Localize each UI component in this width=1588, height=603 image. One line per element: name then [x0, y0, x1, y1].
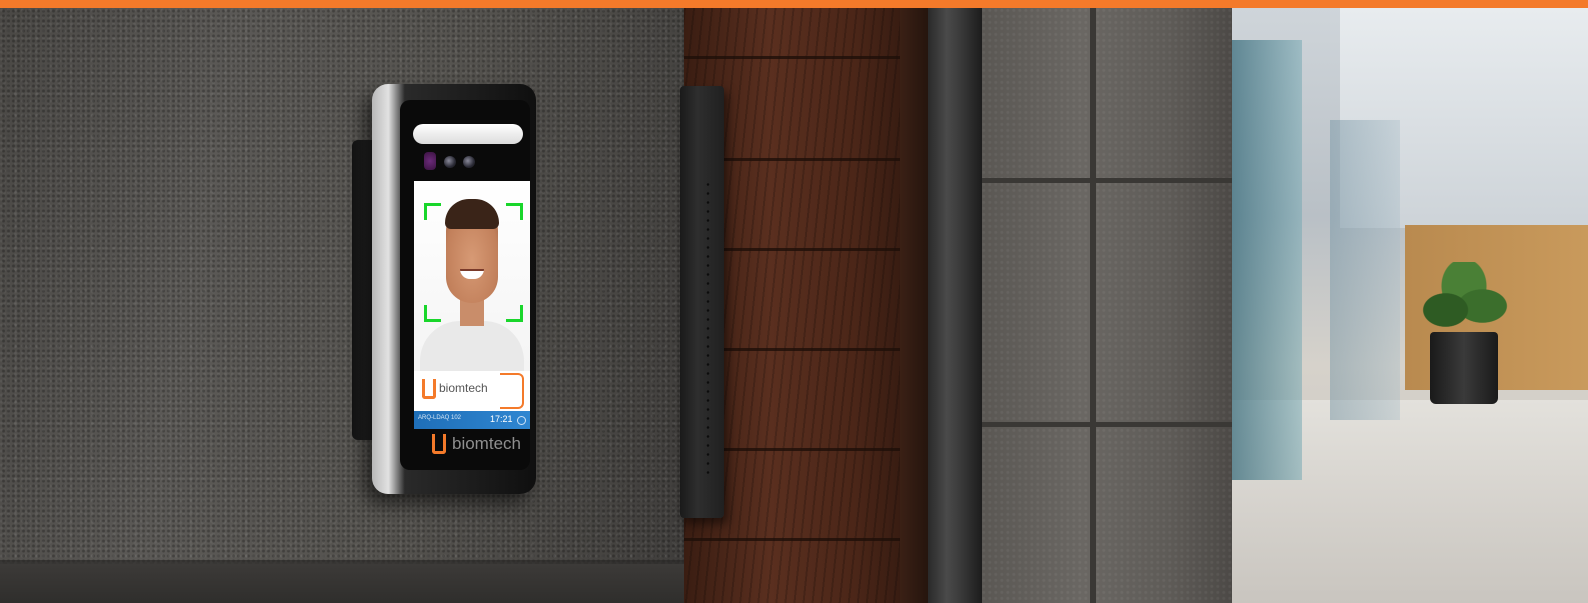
terminal-screen: biomtech ARQ-LDAQ 102 17:21: [414, 181, 530, 429]
slim-card-reader: [680, 86, 724, 518]
reader-speaker-grille: [704, 180, 712, 480]
face-frame-corner-icon: [424, 203, 441, 220]
glass-panel: [1330, 120, 1400, 420]
face-photo: [414, 181, 530, 381]
plant-pot: [1430, 332, 1498, 404]
pillar-seam: [982, 422, 1232, 427]
screen-logo-text: biomtech: [439, 381, 488, 395]
camera-lens-icon: [444, 156, 456, 168]
pillar-seam: [982, 178, 1232, 183]
face-frame-corner-icon: [506, 305, 523, 322]
circuit-icon: [500, 373, 524, 409]
screen-status-bar: ARQ-LDAQ 102 17:21: [414, 411, 530, 429]
screen-logo: biomtech: [414, 371, 530, 411]
stone-pillar: [982, 8, 1232, 603]
face-frame-corner-icon: [506, 203, 523, 220]
photo-scene: biomtech ARQ-LDAQ 102 17:21 biomtech: [0, 0, 1588, 603]
status-time: 17:21: [490, 414, 513, 424]
wood-plank-line: [684, 56, 929, 59]
biomtech-logo-icon: [432, 434, 446, 454]
glass-panel: [1232, 40, 1302, 480]
wood-plank-line: [684, 538, 929, 541]
pillar-split: [1090, 8, 1096, 603]
clock-icon: [517, 416, 526, 425]
face-hair: [445, 199, 499, 229]
bezel-logo: biomtech: [432, 432, 522, 456]
metal-door-frame: [928, 8, 982, 603]
terminal-light-bar: [413, 124, 523, 144]
bezel-logo-text: biomtech: [452, 434, 521, 453]
brand-top-bar: [0, 0, 1588, 8]
stone-wall-lower: [0, 564, 690, 603]
status-device-label: ARQ-LDAQ 102: [418, 415, 462, 421]
camera-lens-icon: [463, 156, 475, 168]
potted-plant-icon: [1418, 262, 1510, 342]
face-frame-corner-icon: [424, 305, 441, 322]
ir-sensor-icon: [424, 152, 436, 170]
door-edge: [900, 8, 930, 603]
biomtech-logo-icon: [422, 379, 436, 399]
stone-wall: [0, 8, 690, 603]
